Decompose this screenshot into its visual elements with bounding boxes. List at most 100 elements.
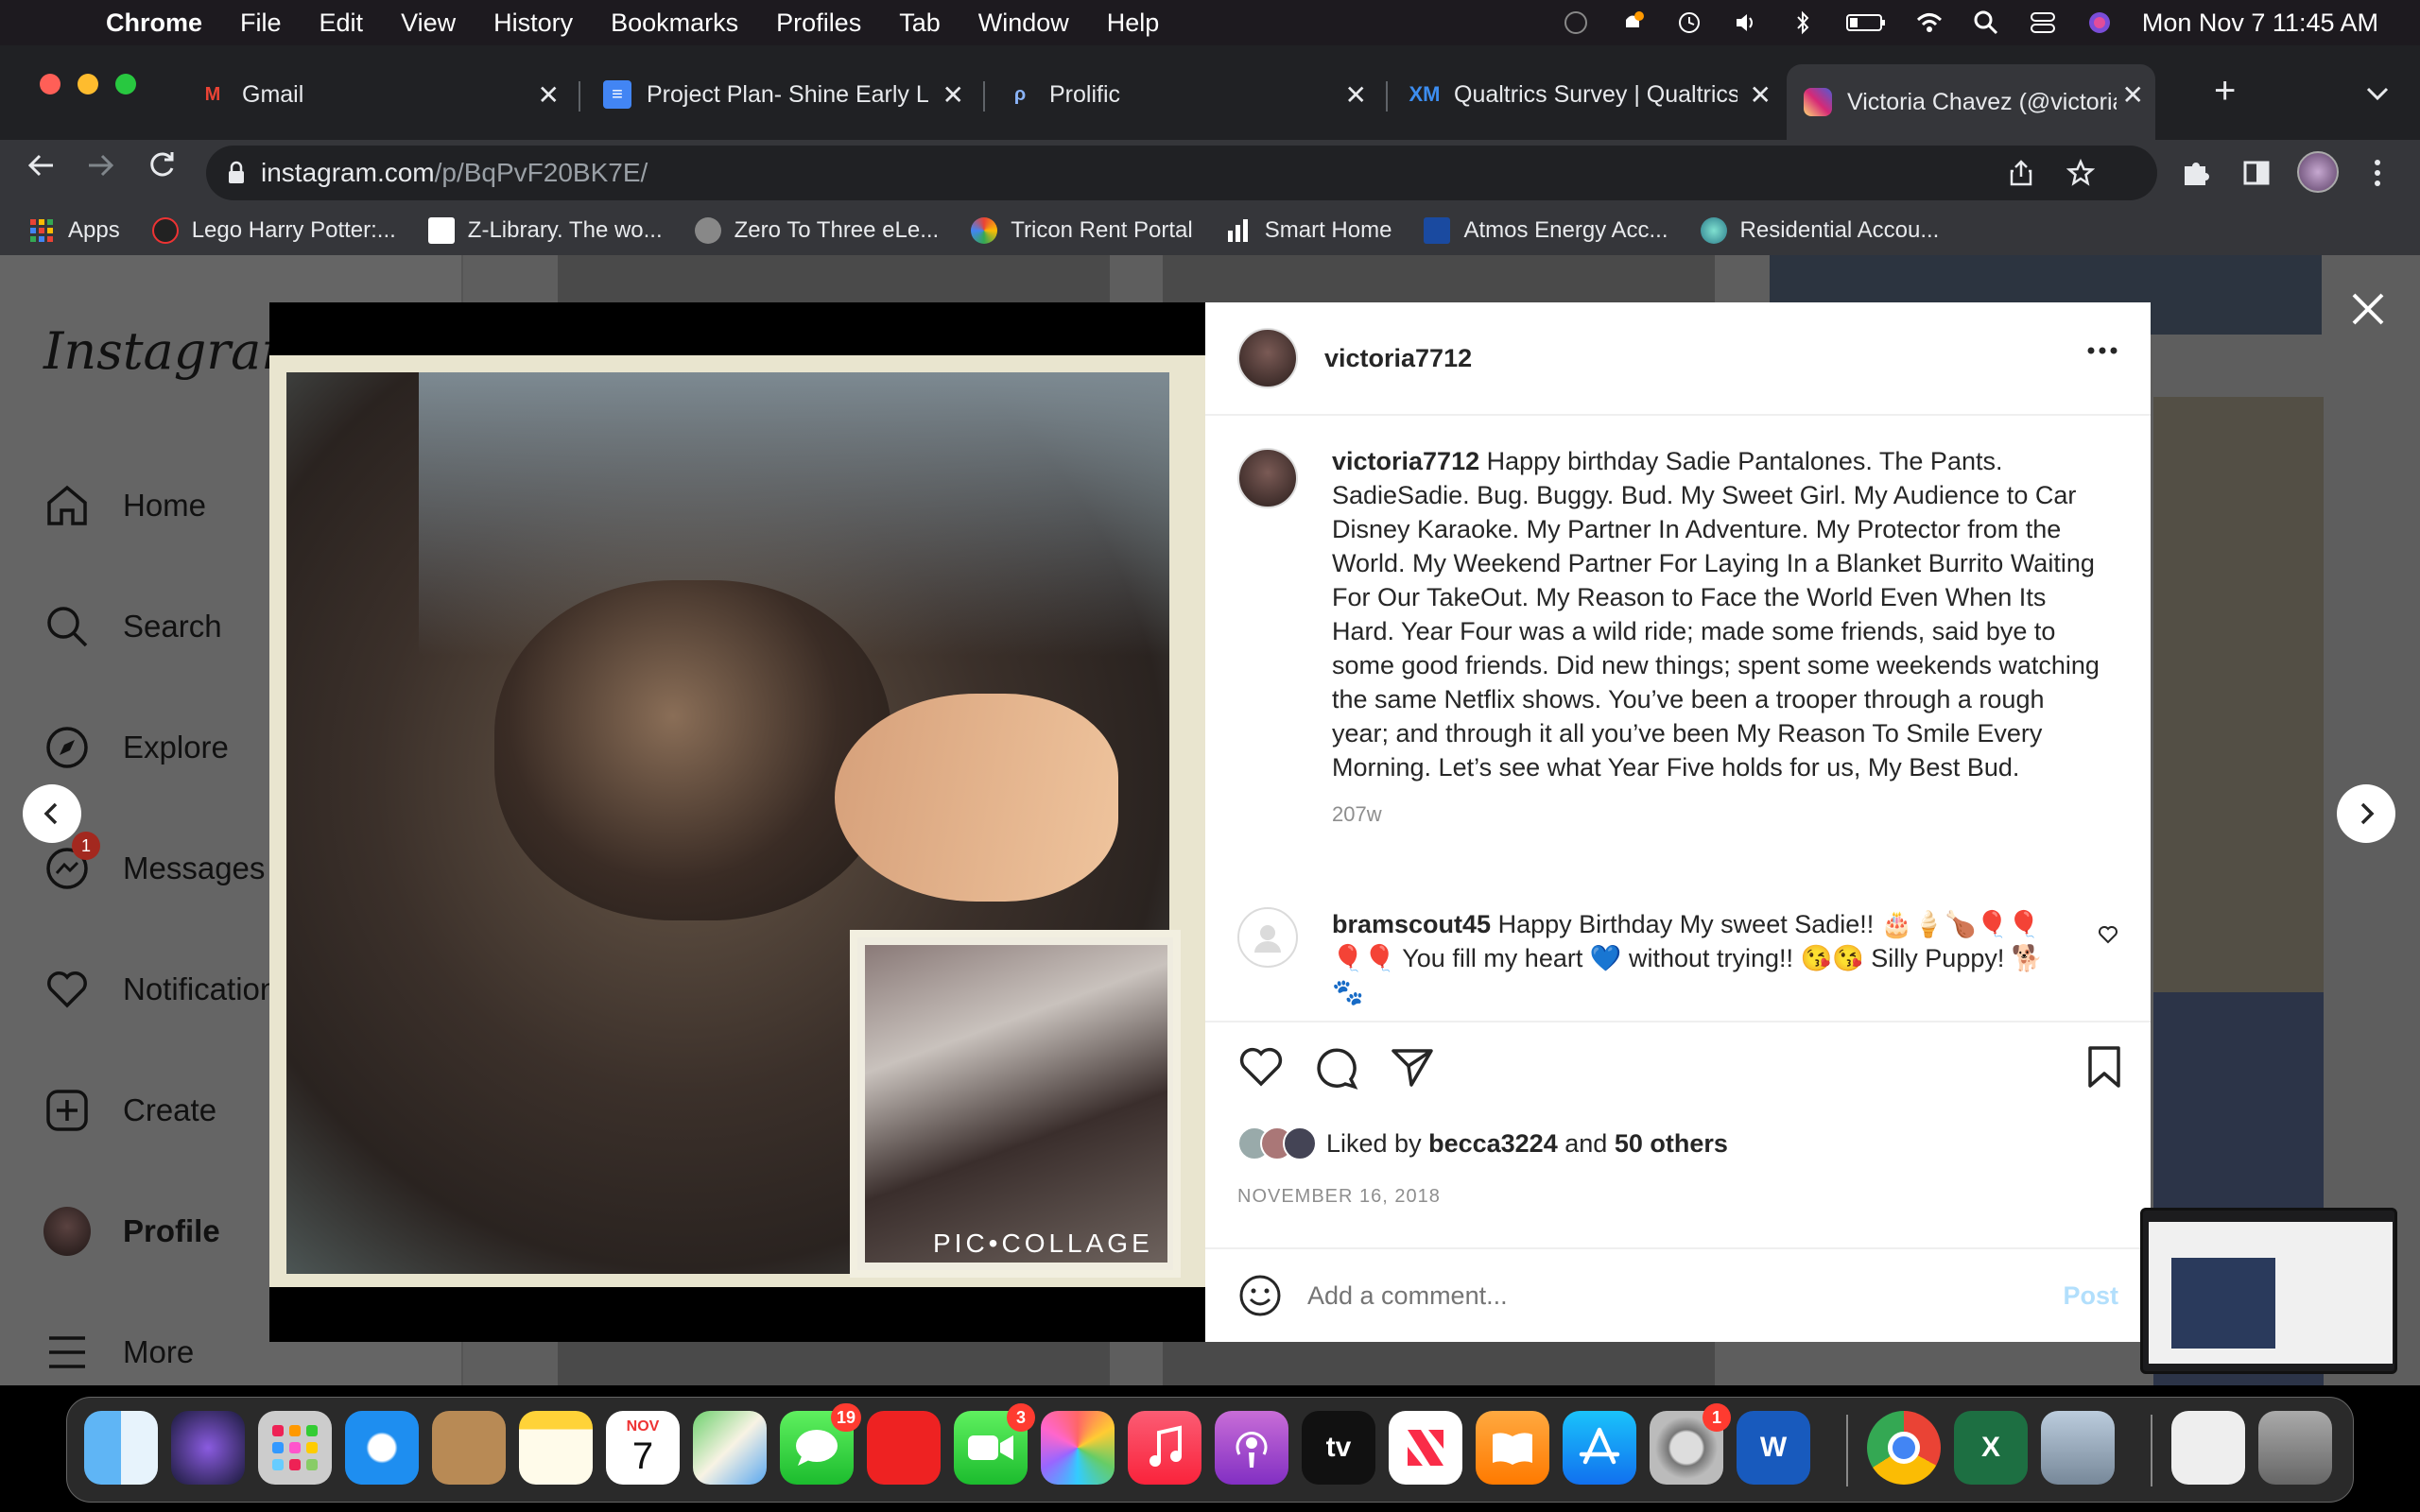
calendar-icon[interactable]: NOV 7	[606, 1411, 680, 1485]
notification-bell-icon[interactable]	[1618, 9, 1647, 37]
address-bar[interactable]: instagram.com/p/BqPvF20BK7E/	[206, 146, 2157, 200]
background-post-thumbnail[interactable]	[2153, 397, 2324, 1058]
bookmark-zero-to-three[interactable]: Zero To Three eLe...	[694, 217, 939, 244]
notes-icon[interactable]	[519, 1411, 593, 1485]
forward-icon[interactable]	[85, 149, 117, 181]
minimize-window-button[interactable]	[78, 74, 98, 94]
books-icon[interactable]	[1476, 1411, 1549, 1485]
news-icon[interactable]	[1389, 1411, 1462, 1485]
extensions-icon[interactable]	[2180, 157, 2212, 189]
post-date[interactable]: NOVEMBER 16, 2018	[1237, 1186, 1441, 1208]
sidebar-item-profile[interactable]: Profile	[43, 1207, 220, 1256]
time-machine-icon[interactable]	[1675, 9, 1703, 37]
tab-search-chevron-icon[interactable]	[2365, 85, 2390, 102]
bookmark-smart-home[interactable]: Smart Home	[1225, 217, 1392, 244]
volume-icon[interactable]	[1732, 9, 1760, 37]
share-paper-plane-icon[interactable]	[1389, 1043, 1436, 1091]
close-tab-icon[interactable]: ✕	[2122, 79, 2144, 111]
avatar[interactable]	[1237, 328, 1298, 388]
system-preferences-icon[interactable]: 1	[1650, 1403, 1731, 1485]
menu-edit[interactable]: Edit	[320, 9, 364, 38]
word-icon[interactable]: W	[1737, 1411, 1810, 1485]
background-post-thumbnail[interactable]	[558, 1342, 1110, 1385]
trash-icon[interactable]	[2258, 1411, 2332, 1485]
pdf-document-icon[interactable]	[2171, 1411, 2245, 1485]
reload-icon[interactable]	[146, 149, 178, 181]
previous-post-button[interactable]	[23, 784, 81, 843]
more-menu-icon[interactable]	[2363, 157, 2392, 189]
caption-age[interactable]: 207w	[1332, 798, 2107, 832]
save-bookmark-icon[interactable]	[2081, 1043, 2128, 1091]
menu-bookmarks[interactable]: Bookmarks	[611, 9, 738, 38]
sidebar-item-home[interactable]: Home	[43, 482, 206, 529]
battery-icon[interactable]	[1845, 9, 1887, 37]
more-options-icon[interactable]	[2086, 346, 2118, 355]
comment-bubble-icon[interactable]	[1313, 1043, 1360, 1091]
bookmark-residential[interactable]: Residential Accou...	[1700, 217, 1939, 244]
finder-icon[interactable]	[84, 1411, 158, 1485]
menu-app-name[interactable]: Chrome	[106, 9, 202, 38]
podcasts-icon[interactable]	[1215, 1411, 1288, 1485]
side-panel-icon[interactable]	[2242, 159, 2271, 187]
post-author-username[interactable]: victoria7712	[1324, 344, 1472, 373]
lock-icon[interactable]	[227, 161, 246, 185]
sidebar-item-create[interactable]: Create	[43, 1087, 216, 1134]
avatar[interactable]	[1237, 448, 1298, 508]
bluetooth-icon[interactable]	[1789, 9, 1817, 37]
launchpad-icon[interactable]	[258, 1411, 332, 1485]
like-heart-icon[interactable]	[1237, 1043, 1285, 1091]
comment-like-heart-icon[interactable]	[2098, 924, 2118, 945]
sidebar-item-more[interactable]: More	[43, 1329, 194, 1376]
add-comment-input[interactable]	[1307, 1280, 2026, 1311]
new-tab-icon[interactable]: +	[2214, 70, 2236, 112]
background-post-thumbnail[interactable]	[558, 255, 1110, 302]
facetime-icon[interactable]: 3	[954, 1403, 1035, 1485]
bookmark-tricon[interactable]: Tricon Rent Portal	[971, 217, 1193, 244]
share-icon[interactable]	[2008, 159, 2034, 187]
photos-icon[interactable]	[1041, 1411, 1115, 1485]
bookmark-star-icon[interactable]	[2066, 159, 2095, 187]
menu-profiles[interactable]: Profiles	[776, 9, 861, 38]
tab-project-plan[interactable]: ≡ Project Plan- Shine Early L ✕	[586, 64, 976, 125]
menu-history[interactable]: History	[493, 9, 573, 38]
contacts-icon[interactable]	[432, 1411, 506, 1485]
bookmark-zlibrary[interactable]: Z-Library. The wo...	[427, 217, 663, 244]
messages-app-icon[interactable]: 19	[780, 1403, 861, 1485]
menu-file[interactable]: File	[240, 9, 282, 38]
spotlight-search-icon[interactable]	[1972, 9, 2000, 37]
bookmark-atmos-energy[interactable]: Atmos Energy Acc...	[1424, 217, 1668, 244]
tab-gmail[interactable]: M Gmail ✕	[182, 64, 571, 125]
sidebar-item-messages[interactable]: 1 Messages	[43, 832, 265, 892]
caption-username[interactable]: victoria7712	[1332, 447, 1479, 475]
safari-icon[interactable]	[345, 1411, 419, 1485]
emoji-icon[interactable]	[1237, 1273, 1283, 1318]
menu-window[interactable]: Window	[978, 9, 1069, 38]
profile-avatar[interactable]	[2297, 151, 2339, 193]
music-icon[interactable]	[1128, 1411, 1201, 1485]
post-media[interactable]: PIC•COLLAGE	[269, 302, 1205, 1342]
close-tab-icon[interactable]: ✕	[538, 79, 560, 111]
focus-icon[interactable]	[1562, 9, 1590, 37]
bookmark-apps[interactable]: Apps	[28, 217, 120, 244]
liked-by-others[interactable]: 50 others	[1615, 1129, 1728, 1159]
chrome-dock-icon[interactable]	[1867, 1411, 1941, 1485]
comment-username[interactable]: bramscout45	[1332, 910, 1491, 938]
next-post-button[interactable]	[2337, 784, 2395, 843]
bookmark-lego-harry-potter[interactable]: Lego Harry Potter:...	[151, 217, 396, 244]
back-icon[interactable]	[25, 149, 57, 181]
background-post-thumbnail[interactable]	[1163, 1342, 1715, 1385]
tab-instagram[interactable]: Victoria Chavez (@victoria ✕	[1787, 64, 2155, 140]
close-tab-icon[interactable]: ✕	[942, 79, 964, 111]
maps-icon[interactable]	[693, 1411, 767, 1485]
sidebar-item-notifications[interactable]: Notifications	[43, 966, 293, 1013]
close-modal-icon[interactable]	[2350, 291, 2386, 327]
app-store-icon[interactable]	[1563, 1411, 1636, 1485]
control-center-icon[interactable]	[2029, 9, 2057, 37]
zoom-window-button[interactable]	[115, 74, 136, 94]
screenshot-thumbnail[interactable]	[2140, 1208, 2397, 1374]
menu-tab[interactable]: Tab	[899, 9, 941, 38]
photo-booth-icon[interactable]	[867, 1411, 941, 1485]
apple-tv-icon[interactable]: tv	[1302, 1411, 1375, 1485]
post-comment-button[interactable]: Post	[2063, 1281, 2118, 1311]
sidebar-item-explore[interactable]: Explore	[43, 724, 229, 771]
